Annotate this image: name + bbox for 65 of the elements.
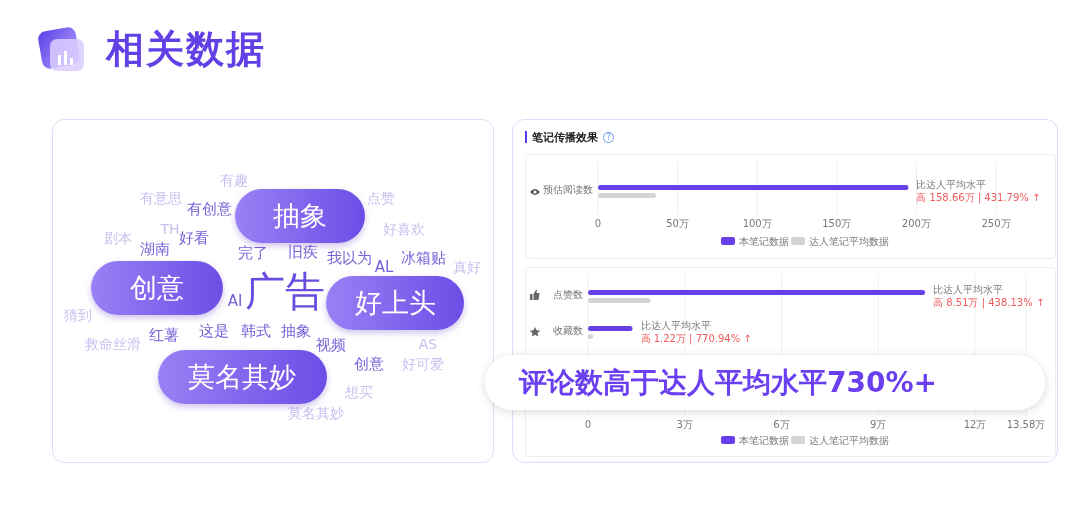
axis-tick-label: 6万 (773, 419, 790, 430)
cloud-word: 湖南 (140, 241, 170, 257)
comparison-note: 比达人平均水平 (916, 179, 987, 190)
comparison-note: 比达人平均水平 (640, 320, 711, 331)
axis-tick-label: 13.58万 (1006, 419, 1046, 430)
legend-label: 达人笔记平均数据 (809, 236, 889, 247)
cloud-word: AI (227, 293, 243, 309)
cloud-word: 好可爱 (402, 357, 444, 371)
cloud-word: 这是 (199, 323, 229, 339)
keyword-pill: 好上头 (326, 276, 464, 330)
axis-tick-label: 150万 (822, 218, 852, 229)
cloud-word: 救命丝滑 (85, 337, 141, 351)
category-label: 收藏数 (553, 325, 583, 336)
cloud-word: 红薯 (149, 327, 179, 343)
comparison-value: 高 1.22万 | 770.94% ↑ (640, 333, 752, 344)
cloud-word: 抽象 (281, 323, 311, 339)
cloud-word: 真好 (453, 260, 481, 274)
keyword-pill: 抽象 (235, 189, 365, 243)
cloud-word: 完了 (238, 245, 268, 261)
cloud-word: 韩式 (241, 323, 271, 339)
cloud-word: 有趣 (220, 173, 248, 187)
legend-label: 达人笔记平均数据 (809, 435, 889, 446)
category-label: 预估阅读数 (543, 184, 593, 195)
keyword-pill: 创意 (91, 261, 223, 315)
cloud-word: 有创意 (186, 201, 232, 217)
legend-label: 本笔记数据 (739, 435, 789, 446)
page-title: 相关数据 (106, 25, 266, 73)
axis-tick-label: 100万 (742, 218, 772, 229)
cloud-word: 广告 (245, 271, 325, 311)
axis-tick-label: 50万 (666, 218, 689, 229)
cloud-word: 好喜欢 (383, 222, 425, 236)
axis-tick-label: 250万 (981, 218, 1011, 229)
axis-tick-label: 9万 (870, 419, 887, 430)
star-icon (529, 327, 541, 337)
cloud-word: 莫名其妙 (288, 406, 344, 420)
axis-tick-label: 3万 (676, 419, 693, 430)
cloud-word: 猜到 (64, 308, 92, 322)
callout-banner: 评论数高于达人平均水平730%+ (485, 355, 1045, 410)
cloud-word: AL (374, 259, 394, 275)
axis-tick-label: 200万 (901, 218, 931, 229)
section-marker (525, 131, 527, 143)
cloud-word: 有意思 (140, 191, 182, 205)
comparison-value: 高 8.51万 | 438.13% ↑ (933, 297, 1045, 308)
eye-icon (530, 189, 540, 195)
cloud-word: 我以为 (326, 250, 372, 266)
cloud-word: 剧本 (104, 231, 132, 245)
cloud-word: 创意 (354, 356, 384, 372)
comparison-note: 比达人平均水平 (933, 284, 1004, 295)
cloud-word: 想买 (345, 385, 373, 399)
cloud-word: 点赞 (367, 191, 395, 205)
section-title: 笔记传播效果 (532, 129, 598, 145)
cloud-word: 旧疾 (288, 244, 318, 260)
legend-label: 本笔记数据 (739, 236, 789, 247)
cloud-word: TH (160, 222, 180, 236)
cloud-word: 好看 (179, 230, 209, 246)
cloud-word: AS (418, 337, 438, 351)
axis-tick-label: 12万 (963, 419, 987, 430)
axis-tick-label: 0 (584, 419, 592, 430)
category-label: 点赞数 (553, 289, 583, 300)
axis-tick-label: 0 (594, 218, 602, 229)
cloud-word: 冰箱贴 (400, 250, 446, 266)
cloud-word: 视频 (316, 337, 346, 353)
chart-logo-icon (38, 25, 86, 73)
thumbs-up-icon (530, 290, 540, 300)
comparison-value: 高 158.66万 | 431.79% ↑ (916, 192, 1041, 203)
